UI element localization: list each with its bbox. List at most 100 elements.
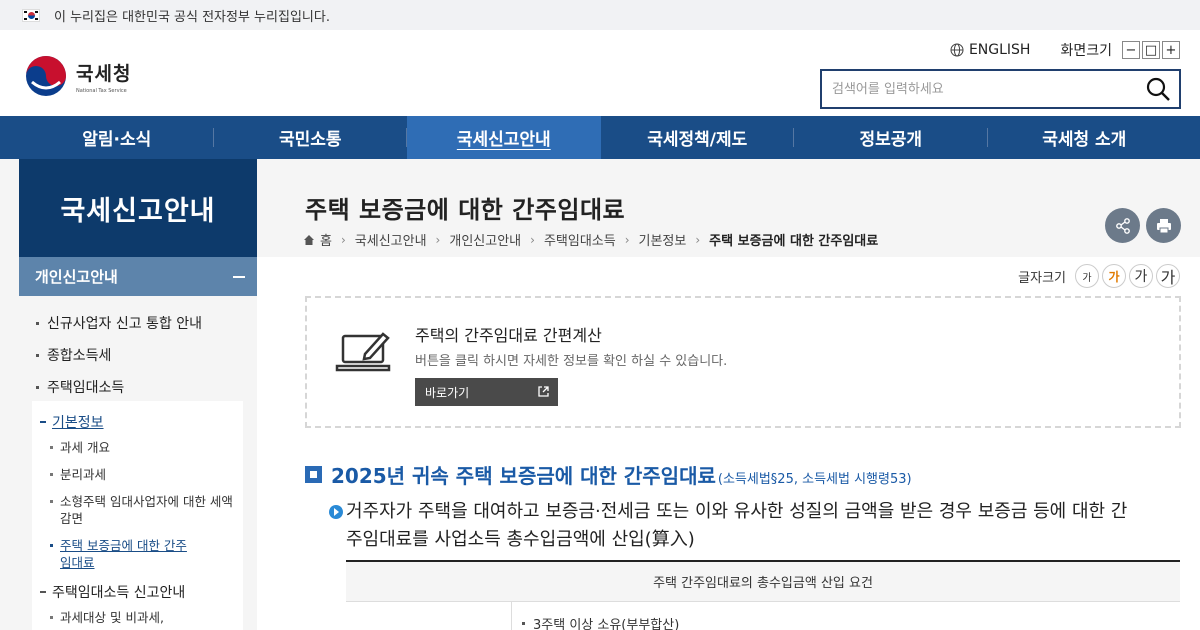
sidebar-item-label: 주택임대소득 신고안내 [52,585,186,601]
breadcrumb-item[interactable]: 개인신고안내 [449,230,521,249]
sidebar-item-deemed-rent[interactable]: 주택 보증금에 대한 간주임대료 [50,537,190,571]
font-size-large-button[interactable]: 가 [1129,264,1153,288]
breadcrumb-item[interactable]: 기본정보 [639,230,687,249]
breadcrumb-label: 국세신고안내 [354,234,427,249]
calculator-box: 주택의 간주임대료 간편계산 버튼을 클릭 하시면 자세한 정보를 확인 하실 … [305,296,1181,428]
sidebar-item-label: 주택 보증금에 대한 간주임대료 [60,538,187,570]
logo-subtext: National Tax Service [76,87,127,94]
zoom-in-button[interactable]: + [1162,41,1180,59]
chevron-right-icon: › [695,232,701,247]
sidebar-menu: 신규사업자 신고 통합 안내 종합소득세 주택임대소득 기본정보 과세 개요 분… [19,296,257,630]
sidebar-item-tax-reduction[interactable]: 소형주택 임대사업자에 대한 세액 감면 [50,493,235,527]
gov-banner: 이 누리집은 대한민국 공식 전자정부 누리집입니다. [0,0,1200,30]
nav-item-news[interactable]: 알림·소식 [20,116,214,159]
breadcrumb: 홈 › 국세신고안내 › 개인신고안내 › 주택임대소득 › 기본정보 › 주택… [303,230,878,249]
section-square-icon [305,466,322,483]
sidebar-item-tax-overview[interactable]: 과세 개요 [50,439,110,456]
logo[interactable]: 국세청 National Tax Service [24,54,131,98]
sidebar-item-income-tax[interactable]: 종합소득세 [36,345,111,365]
breadcrumb-label: 개인신고안내 [449,234,522,249]
section-law-reference: (소득세법§25, 소득세법 시행령53) [717,471,912,487]
font-size-controls: 글자크기 가 가 가 가 [1018,264,1180,288]
globe-icon [950,43,964,57]
description-paragraph: 거주자가 주택을 대여하고 보증금·전세금 또는 이와 유사한 성질의 금액을 … [329,498,1129,554]
search-box [820,69,1181,109]
nav-item-label: 국세정책/제도 [647,130,748,150]
sidebar-item-basic-info[interactable]: 기본정보 [40,412,104,432]
page-title: 주택 보증금에 대한 간주임대료 [305,196,626,224]
main-nav: 알림·소식 국민소통 국세신고안내 국세정책/제도 정보공개 국세청 소개 [0,116,1200,159]
sidebar-item-rental-income[interactable]: 주택임대소득 [36,377,124,397]
chevron-right-icon: › [435,232,441,247]
calculator-title: 주택의 간주임대료 간편계산 [415,326,602,345]
sidebar-item-separate-taxation[interactable]: 분리과세 [50,466,106,483]
sidebar-item-label: 주택임대소득 [47,380,125,396]
nts-logo-icon [24,54,68,98]
laptop-edit-icon [335,332,391,372]
breadcrumb-label: 주택 보증금에 대한 간주임대료 [709,234,879,249]
nav-item-label: 국세신고안내 [456,130,551,150]
sidebar-item-label: 과세대상 및 비과세, [60,610,164,625]
sidebar-sub-title[interactable]: 개인신고안내 [19,257,257,296]
search-icon [1146,77,1170,101]
font-size-normal-button[interactable]: 가 [1102,264,1126,288]
share-button[interactable] [1105,208,1140,243]
print-icon [1156,218,1171,233]
nav-item-label: 국민소통 [278,130,342,150]
breadcrumb-label: 홈 [320,234,332,249]
nav-item-tax-policy[interactable]: 국세정책/제도 [601,116,794,159]
section-title: 2025년 귀속 주택 보증금에 대한 간주임대료 (소득세법§25, 소득세법… [305,460,912,489]
english-label: ENGLISH [968,42,1031,58]
sidebar-item-rental-filing[interactable]: 주택임대소득 신고안내 [40,582,185,602]
font-size-label: 글자크기 [1018,270,1066,286]
chevron-right-icon: › [624,232,630,247]
search-input[interactable] [822,71,1122,107]
sidebar-item-taxable-scope[interactable]: 과세대상 및 비과세, [50,609,164,626]
table-header: 주택 간주임대료의 총수입금액 산입 요건 [346,562,1180,602]
english-link[interactable]: ENGLISH [950,42,1031,58]
table-cell: 3주택 이상 소유(부부합산) [533,618,680,630]
zoom-reset-button[interactable]: □ [1142,41,1160,59]
zoom-label: 화면크기 [1060,43,1112,59]
nav-item-label: 알림·소식 [82,130,152,150]
korea-flag-icon [22,8,40,22]
play-bullet-icon [329,505,343,519]
print-button[interactable] [1146,208,1181,243]
sidebar-item-new-business[interactable]: 신규사업자 신고 통합 안내 [36,313,202,333]
sidebar-submenu: 기본정보 과세 개요 분리과세 소형주택 임대사업자에 대한 세액 감면 주택 … [32,401,243,630]
breadcrumb-current: 주택 보증금에 대한 간주임대료 [709,230,878,249]
header: 국세청 National Tax Service ENGLISH 화면크기 − … [0,30,1200,116]
sidebar-sub-title-label: 개인신고안내 [35,268,118,286]
home-icon [304,234,314,245]
external-link-icon [538,386,549,397]
share-icon [1115,217,1130,234]
calculator-description: 버튼을 클릭 하시면 자세한 정보를 확인 하실 수 있습니다. [415,354,728,369]
requirements-table: 주택 간주임대료의 총수입금액 산입 요건 3주택 이상 소유(부부합산) [346,560,1180,630]
font-size-small-button[interactable]: 가 [1075,264,1099,288]
sidebar-item-label: 종합소득세 [47,348,112,364]
chevron-right-icon: › [530,232,535,247]
utility-bar: ENGLISH 화면크기 − □ + [950,40,1180,60]
search-button[interactable] [1145,76,1171,102]
section-title-text: 2025년 귀속 주택 보증금에 대한 간주임대료 [331,464,716,488]
go-button[interactable]: 바로가기 [415,378,558,406]
font-size-xlarge-button[interactable]: 가 [1156,264,1180,288]
breadcrumb-label: 주택임대소득 [543,234,616,249]
sidebar-title: 국세신고안내 [19,159,257,257]
logo-text: 국세청 [76,62,132,85]
sidebar-item-label: 분리과세 [60,467,107,482]
breadcrumb-home[interactable]: 홈 [303,230,332,249]
nav-item-tax-filing[interactable]: 국세신고안내 [407,116,601,159]
breadcrumb-item[interactable]: 국세신고안내 [355,230,427,249]
breadcrumb-item[interactable]: 주택임대소득 [544,230,616,249]
table-row: 3주택 이상 소유(부부합산) [346,602,1180,630]
nav-item-communication[interactable]: 국민소통 [214,116,407,159]
gov-banner-text: 이 누리집은 대한민국 공식 전자정부 누리집입니다. [54,9,330,25]
description-text: 거주자가 주택을 대여하고 보증금·전세금 또는 이와 유사한 성질의 금액을 … [346,501,1128,550]
sidebar-item-label: 신규사업자 신고 통합 안내 [47,316,203,332]
nav-item-about[interactable]: 국세청 소개 [988,116,1182,159]
sidebar-item-label: 소형주택 임대사업자에 대한 세액 감면 [60,494,233,526]
zoom-out-button[interactable]: − [1122,41,1140,59]
sidebar-item-label: 과세 개요 [60,440,110,455]
nav-item-disclosure[interactable]: 정보공개 [794,116,988,159]
